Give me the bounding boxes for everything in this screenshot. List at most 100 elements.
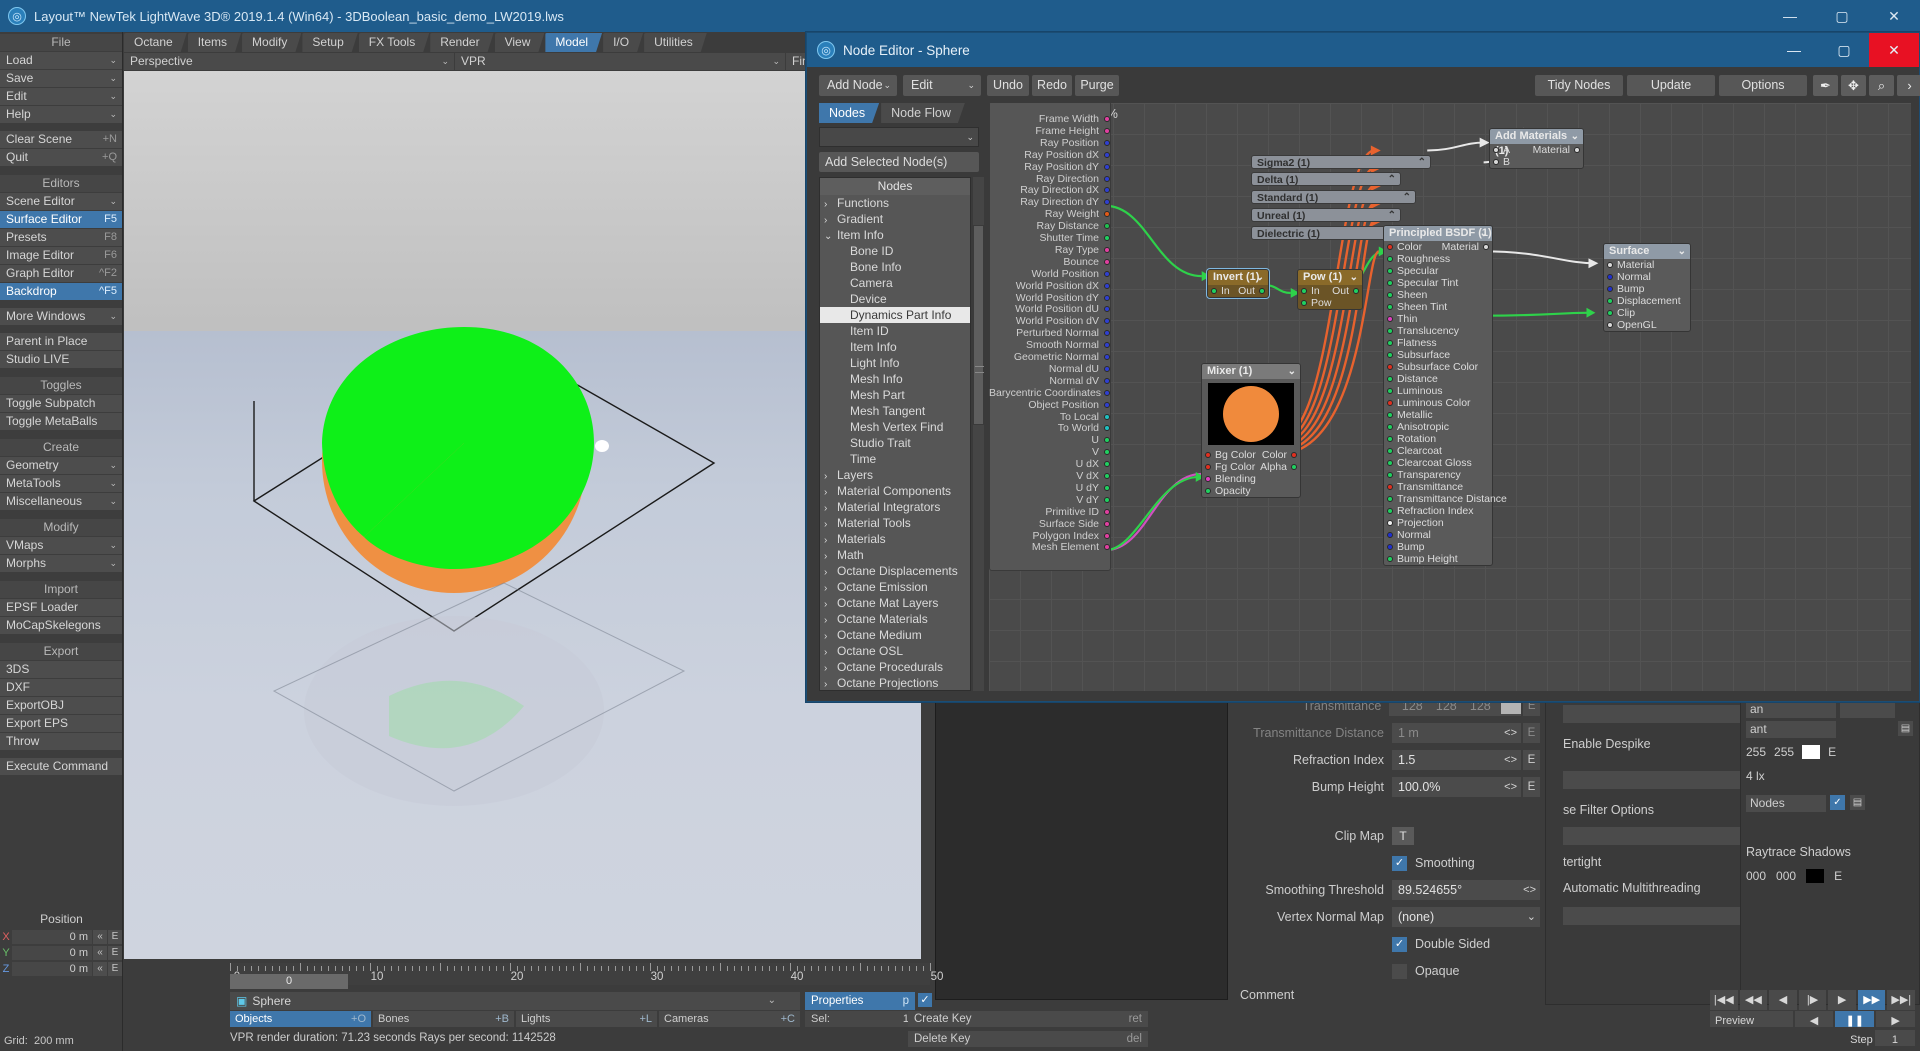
sidebar-item-graph-editor[interactable]: Graph Editor ^F2 xyxy=(0,265,122,282)
envelope-button[interactable]: E xyxy=(1523,750,1540,770)
port-dot[interactable] xyxy=(1607,310,1613,316)
sidebar-item-vmaps[interactable]: VMaps ⌄ xyxy=(0,537,122,554)
chevron-up-icon[interactable]: ⌃ xyxy=(1418,156,1426,170)
sidebar-item-more-windows[interactable]: More Windows ⌄ xyxy=(0,308,122,325)
node-port-row[interactable]: Bg Color Color xyxy=(1202,449,1300,461)
node-list-item[interactable]: › Layers xyxy=(820,467,970,483)
port-dot[interactable] xyxy=(1104,175,1110,182)
chevron-down-icon[interactable]: ⌄ xyxy=(768,992,776,1010)
viewport-select-1[interactable]: VPR ⌄ xyxy=(455,53,785,70)
input-port-row[interactable]: V dY xyxy=(989,494,1110,506)
node-list-item[interactable]: Bone ID xyxy=(820,243,970,259)
input-port-row[interactable]: V xyxy=(989,446,1110,458)
port-dot[interactable] xyxy=(1574,147,1580,153)
input-port-row[interactable]: Geometric Normal xyxy=(989,351,1110,363)
port-dot[interactable] xyxy=(1104,282,1110,289)
node-port-row[interactable]: In Out xyxy=(1298,285,1362,297)
node-list-item[interactable]: Bone Info xyxy=(820,259,970,275)
port-dot[interactable] xyxy=(1104,365,1110,372)
port-dot[interactable] xyxy=(1104,508,1110,515)
chevron-up-icon[interactable]: ⌃ xyxy=(1388,209,1396,223)
envelope-button[interactable]: E xyxy=(1828,745,1836,759)
node-port-row[interactable]: Flatness xyxy=(1384,337,1492,349)
node-list-item[interactable]: Device xyxy=(820,291,970,307)
port-dot[interactable] xyxy=(1205,476,1211,482)
tidy-nodes-button[interactable]: Tidy Nodes xyxy=(1535,75,1623,96)
port-dot[interactable] xyxy=(1493,159,1499,165)
node-port-row[interactable]: Anisotropic xyxy=(1384,421,1492,433)
port-dot[interactable] xyxy=(1104,532,1110,539)
ne-tab-node-flow[interactable]: Node Flow xyxy=(881,103,965,123)
option-field[interactable] xyxy=(1563,771,1763,789)
option-field[interactable] xyxy=(1563,907,1763,925)
chevron-right-icon[interactable]: › xyxy=(1897,75,1920,96)
delete-key-button[interactable]: Delete Key del xyxy=(908,1031,1148,1047)
ne-close-button[interactable]: ✕ xyxy=(1869,33,1919,67)
port-dot[interactable] xyxy=(1387,520,1393,526)
node-port-row[interactable]: Roughness xyxy=(1384,253,1492,265)
port-dot[interactable] xyxy=(1387,508,1393,514)
preview-select[interactable]: Preview xyxy=(1710,1011,1793,1027)
sidebar-item-export-eps[interactable]: Export EPS xyxy=(0,715,122,732)
node-port-row[interactable]: Transmittance xyxy=(1384,481,1492,493)
port-dot[interactable] xyxy=(1607,322,1613,328)
input-port-row[interactable]: Perturbed Normal xyxy=(989,327,1110,339)
add-materials-node[interactable]: Add Materials (1) ⌄ A Material B xyxy=(1489,128,1584,169)
port-dot[interactable] xyxy=(1104,389,1110,396)
port-dot[interactable] xyxy=(1104,294,1110,301)
copy-icon[interactable]: ▤ xyxy=(1898,721,1913,736)
port-dot[interactable] xyxy=(1387,532,1393,538)
sidebar-item-dxf[interactable]: DXF xyxy=(0,679,122,696)
node-port-row[interactable]: Material xyxy=(1604,259,1690,271)
port-dot[interactable] xyxy=(1104,151,1110,158)
chevron-up-icon[interactable]: ⌃ xyxy=(1388,173,1396,187)
input-port-row[interactable]: To Local xyxy=(989,411,1110,423)
input-port-row[interactable]: Object Position xyxy=(989,399,1110,411)
input-port-row[interactable]: Normal dU xyxy=(989,363,1110,375)
port-dot[interactable] xyxy=(1387,400,1393,406)
collapsed-node-delta-1-[interactable]: Delta (1) ⌃ xyxy=(1251,172,1401,186)
sidebar-item-execute-command[interactable]: Execute Command xyxy=(0,758,122,775)
node-port-row[interactable]: Sheen Tint xyxy=(1384,301,1492,313)
sidebar-item-help[interactable]: Help ⌄ xyxy=(0,106,122,123)
input-port-row[interactable]: V dX xyxy=(989,470,1110,482)
input-port-row[interactable]: Ray Weight xyxy=(989,208,1110,220)
node-list-item[interactable]: › Materials xyxy=(820,531,970,547)
sidebar-item-toggle-metaballs[interactable]: Toggle MetaBalls xyxy=(0,413,122,430)
nav-button-2[interactable]: ▶ xyxy=(1876,1011,1915,1027)
sidebar-item-presets[interactable]: Presets F8 xyxy=(0,229,122,246)
input-port-row[interactable]: Mesh Element xyxy=(989,541,1110,553)
sidebar-item-surface-editor[interactable]: Surface Editor F5 xyxy=(0,211,122,228)
port-dot[interactable] xyxy=(1387,448,1393,454)
node-port-row[interactable]: B xyxy=(1490,156,1583,168)
minimize-button[interactable]: — xyxy=(1764,0,1816,32)
port-dot[interactable] xyxy=(1387,364,1393,370)
port-dot[interactable] xyxy=(1387,412,1393,418)
move-icon[interactable]: ✥ xyxy=(1841,75,1866,96)
ne-tab-nodes[interactable]: Nodes xyxy=(819,103,879,123)
node-search-input[interactable]: ⌄ xyxy=(819,127,979,147)
nav-button-0[interactable]: ◀ xyxy=(1794,1011,1834,1027)
port-dot[interactable] xyxy=(1387,556,1393,562)
tab-setup[interactable]: Setup xyxy=(302,33,357,52)
frame-slider[interactable]: 0 xyxy=(230,974,348,989)
node-list-scrollbar[interactable] xyxy=(973,177,984,691)
node-port-row[interactable]: Clip xyxy=(1604,307,1690,319)
node-port-row[interactable]: Translucency xyxy=(1384,325,1492,337)
pin-icon[interactable]: ✒ xyxy=(1813,75,1838,96)
clip-map-texture-button[interactable]: T xyxy=(1392,827,1414,845)
input-port-row[interactable]: Frame Width xyxy=(989,113,1110,125)
port-dot[interactable] xyxy=(1104,520,1110,527)
envelope-button[interactable]: E xyxy=(1523,777,1540,797)
node-list-item[interactable]: Dynamics Part Info xyxy=(820,307,970,323)
port-dot[interactable] xyxy=(1387,328,1393,334)
node-port-row[interactable]: Displacement xyxy=(1604,295,1690,307)
sidebar-item-exportobj[interactable]: ExportOBJ xyxy=(0,697,122,714)
node-list-item[interactable]: ⌄ Item Info xyxy=(820,227,970,243)
tab-i-o[interactable]: I/O xyxy=(603,33,643,52)
node-list-item[interactable]: › Octane Displacements xyxy=(820,563,970,579)
add-node-button[interactable]: Add Node ⌄ xyxy=(819,75,897,96)
object-tab-bones[interactable]: Bones +B xyxy=(373,1011,514,1027)
chevron-down-icon[interactable]: ⌄ xyxy=(1288,364,1296,379)
close-button[interactable]: ✕ xyxy=(1868,0,1920,32)
